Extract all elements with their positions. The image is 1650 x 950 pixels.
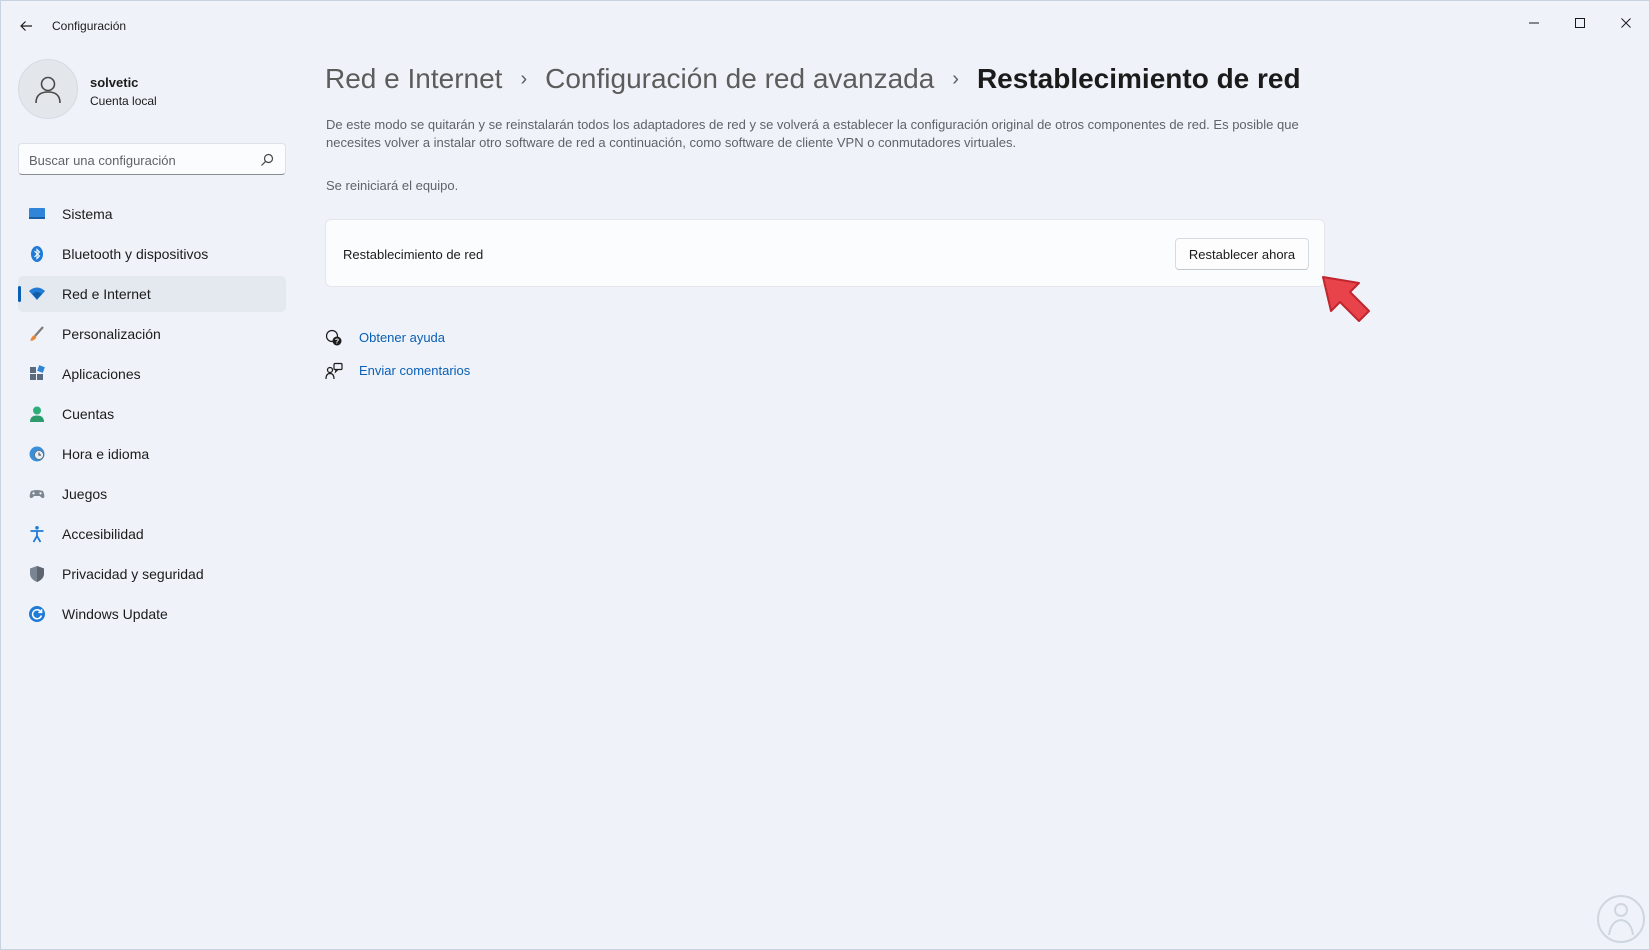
globe-clock-icon [28,445,46,463]
sidebar-item-label: Cuentas [62,406,115,422]
sidebar-item-juegos[interactable]: Juegos [18,476,286,512]
close-button[interactable] [1603,7,1649,39]
sidebar-item-windows-update[interactable]: Windows Update [18,596,286,632]
page-description: De este modo se quitarán y se reinstalar… [326,117,1299,150]
sidebar-nav: Sistema Bluetooth y dispositivos Red e I… [18,196,286,636]
sidebar-item-label: Juegos [62,486,108,502]
profile-account-type: Cuenta local [90,94,157,108]
breadcrumb: Red e Internet › Configuración de red av… [325,59,1325,99]
sidebar-item-label: Privacidad y seguridad [62,566,204,582]
update-icon [28,605,46,623]
sidebar-item-accesibilidad[interactable]: Accesibilidad [18,516,286,552]
sidebar-item-label: Windows Update [62,606,168,622]
get-help-label[interactable]: Obtener ayuda [359,330,445,345]
sidebar-item-label: Accesibilidad [62,526,144,542]
person-avatar-icon [35,76,61,104]
paintbrush-icon [28,325,46,343]
window-title: Configuración [52,19,127,33]
reset-now-button[interactable]: Restablecer ahora [1175,238,1309,270]
sidebar-item-label: Hora e idioma [62,446,150,462]
close-icon [1621,18,1631,28]
sidebar-item-sistema[interactable]: Sistema [18,196,286,232]
back-arrow-icon [20,21,32,31]
chevron-right-icon: › [520,67,528,90]
sidebar-item-label: Aplicaciones [62,366,141,382]
accessibility-icon [28,525,46,543]
breadcrumb-item-red-internet[interactable]: Red e Internet [325,63,502,95]
sidebar-item-cuentas[interactable]: Cuentas [18,396,286,432]
sidebar-item-personalizacion[interactable]: Personalización [18,316,286,352]
sidebar-item-label: Personalización [62,326,161,342]
person-icon [28,405,46,423]
sidebar-item-hora-idioma[interactable]: Hora e idioma [18,436,286,472]
sidebar-item-privacidad[interactable]: Privacidad y seguridad [18,556,286,592]
send-feedback-label[interactable]: Enviar comentarios [359,363,470,378]
send-feedback-link[interactable]: Enviar comentarios [325,354,470,387]
get-help-link[interactable]: ? Obtener ayuda [325,321,470,354]
svg-text:?: ? [335,338,339,345]
search-icon[interactable] [259,152,275,168]
help-links: ? Obtener ayuda Enviar comentarios [325,321,470,387]
sidebar-item-aplicaciones[interactable]: Aplicaciones [18,356,286,392]
settings-window: Configuración solvetic Cuenta local Busc… [0,0,1650,950]
user-profile[interactable]: solvetic Cuenta local [18,59,278,119]
gamepad-icon [28,485,46,503]
sidebar-item-label: Bluetooth y dispositivos [62,246,209,262]
profile-name: solvetic [90,75,139,90]
page-title: Restablecimiento de red [976,63,1301,94]
breadcrumb-item-config-red-avanzada[interactable]: Configuración de red avanzada [545,63,934,95]
minimize-icon [1529,22,1539,24]
search-box [18,143,286,175]
sidebar-item-bluetooth[interactable]: Bluetooth y dispositivos [18,236,286,272]
restart-note: Se reiniciará el equipo. [326,178,459,193]
sidebar-item-label: Sistema [62,206,113,222]
sidebar-item-red-internet[interactable]: Red e Internet [18,276,286,312]
sidebar-item-label: Red e Internet [62,286,151,302]
network-reset-card: Restablecimiento de red Restablecer ahor… [325,219,1325,287]
network-reset-label: Restablecimiento de red [343,247,484,262]
title-bar: Configuración [1,1,1649,51]
system-display-icon [28,205,46,223]
help-icon: ? [325,329,343,347]
maximize-icon [1575,18,1585,28]
annotation-arrow-icon [1322,276,1370,322]
avatar [18,59,78,119]
search-input[interactable] [29,150,249,170]
back-button[interactable] [13,13,39,39]
wifi-icon [28,285,46,303]
feedback-icon [325,362,343,380]
apps-icon [28,365,46,383]
shield-icon [28,565,46,583]
bluetooth-icon [28,245,46,263]
minimize-button[interactable] [1511,7,1557,39]
watermark-logo-icon [1597,895,1645,943]
chevron-right-icon: › [952,67,959,90]
maximize-button[interactable] [1557,7,1603,39]
